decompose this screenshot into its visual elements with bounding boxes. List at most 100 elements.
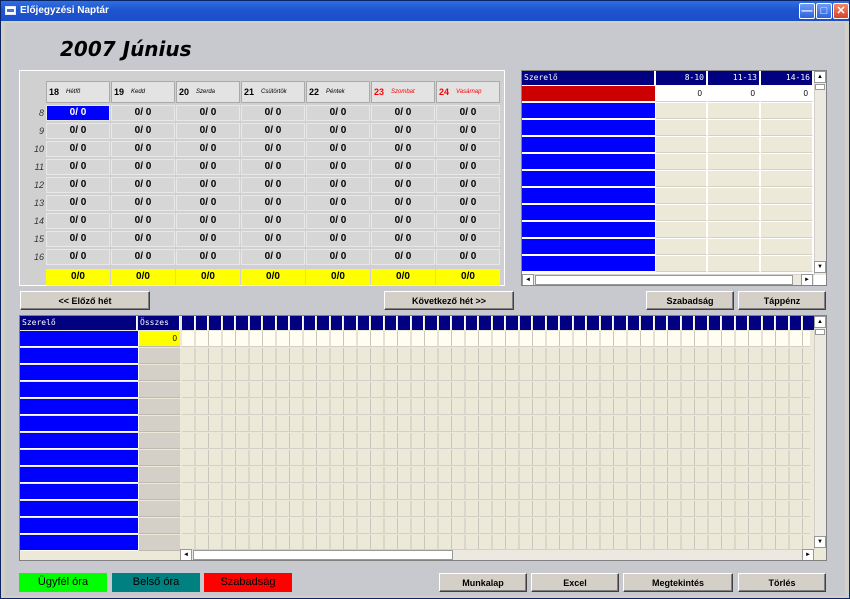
slot-cell[interactable] [761,154,813,170]
day-cells-row[interactable] [182,365,810,381]
slot-cell[interactable] [761,171,813,187]
booking-cell[interactable]: 0/ 0 [241,213,305,229]
technician-row[interactable] [20,535,138,551]
booking-cell[interactable]: 0/ 0 [46,141,110,157]
booking-cell[interactable]: 0/ 0 [176,123,240,139]
scroll-down-icon[interactable]: ▼ [814,536,826,548]
booking-cell[interactable]: 0/ 0 [241,105,305,121]
slot-cell[interactable] [761,120,813,136]
slot-cell[interactable] [708,205,760,221]
booking-cell[interactable]: 0/ 0 [436,213,500,229]
technician-row[interactable] [20,399,138,415]
day-cells-row[interactable] [182,382,810,398]
booking-cell[interactable]: 0/ 0 [241,231,305,247]
technician-row[interactable] [20,450,138,466]
booking-cell[interactable]: 0/ 0 [111,249,175,265]
slot-cell[interactable] [761,205,813,221]
booking-cell[interactable]: 0/ 0 [241,141,305,157]
booking-cell[interactable]: 0/ 0 [241,159,305,175]
booking-cell[interactable]: 0/ 0 [306,195,370,211]
delete-button[interactable]: Törlés [738,573,826,592]
booking-cell[interactable]: 0/ 0 [371,231,435,247]
maximize-icon[interactable]: □ [816,3,832,19]
booking-cell[interactable]: 0/ 0 [176,177,240,193]
slot-cell[interactable] [761,188,813,204]
booking-cell[interactable]: 0/ 0 [46,231,110,247]
booking-cell[interactable]: 0/ 0 [46,249,110,265]
booking-cell[interactable]: 0/ 0 [306,249,370,265]
technician-row[interactable] [20,467,138,483]
booking-cell[interactable]: 0/ 0 [46,159,110,175]
booking-cell[interactable]: 0/ 0 [46,195,110,211]
slot-cell[interactable] [708,188,760,204]
scroll-left-icon[interactable]: ◄ [522,274,534,285]
slot-cell[interactable] [761,103,813,119]
booking-cell[interactable]: 0/ 0 [436,105,500,121]
technician-row[interactable] [522,256,655,272]
slot-cell[interactable] [656,171,707,187]
booking-cell[interactable]: 0/ 0 [111,141,175,157]
slot-cell[interactable] [656,188,707,204]
booking-cell[interactable]: 0/ 0 [306,231,370,247]
scroll-down-icon[interactable]: ▼ [814,261,826,273]
booking-cell[interactable]: 0/ 0 [371,213,435,229]
day-cells-row[interactable] [182,450,810,466]
prev-week-button[interactable]: << Előző hét [20,291,150,310]
day-cells-row[interactable] [182,416,810,432]
day-cells-row[interactable] [182,484,810,500]
booking-cell[interactable]: 0/ 0 [306,159,370,175]
booking-cell[interactable]: 0/ 0 [371,141,435,157]
slot-cell[interactable] [708,171,760,187]
technician-row[interactable] [522,86,655,102]
slot-cell[interactable] [656,103,707,119]
slot-cell[interactable] [708,222,760,238]
booking-cell[interactable]: 0/ 0 [371,195,435,211]
slot-cell[interactable] [656,222,707,238]
booking-cell[interactable]: 0/ 0 [176,213,240,229]
day-cells-row[interactable] [182,501,810,517]
sick-leave-button[interactable]: Táppénz [738,291,826,310]
slot-cell[interactable] [656,256,707,272]
booking-cell[interactable]: 0/ 0 [176,249,240,265]
technician-row[interactable] [20,331,138,347]
slot-cell[interactable] [656,154,707,170]
next-week-button[interactable]: Következő hét >> [384,291,514,310]
vacation-button[interactable]: Szabadság [646,291,734,310]
day-cells-row[interactable] [182,433,810,449]
technician-row[interactable] [20,518,138,534]
booking-cell[interactable]: 0/ 0 [111,231,175,247]
scroll-right-icon[interactable]: ► [801,274,813,285]
slot-cell[interactable]: 0 [708,86,760,102]
scroll-up-icon[interactable]: ▲ [814,71,826,83]
booking-cell[interactable]: 0/ 0 [306,177,370,193]
technician-row[interactable] [20,382,138,398]
slot-cell[interactable]: 0 [656,86,707,102]
booking-cell[interactable]: 0/ 0 [176,159,240,175]
slot-cell[interactable] [761,137,813,153]
technician-row[interactable] [20,501,138,517]
scroll-right-icon[interactable]: ► [802,549,814,560]
booking-cell[interactable]: 0/ 0 [241,177,305,193]
day-cells-row[interactable] [182,467,810,483]
booking-cell[interactable]: 0/ 0 [371,105,435,121]
booking-cell[interactable]: 0/ 0 [371,177,435,193]
booking-cell[interactable]: 0/ 0 [436,231,500,247]
day-cells-row[interactable] [182,399,810,415]
selected-booking-cell[interactable]: 0/ 0 [46,105,110,121]
technician-row[interactable] [522,222,655,238]
vertical-scrollbar[interactable] [814,71,826,275]
slot-cell[interactable] [708,137,760,153]
technician-row[interactable] [20,365,138,381]
booking-cell[interactable]: 0/ 0 [306,141,370,157]
slot-cell[interactable] [708,256,760,272]
scroll-thumb[interactable] [193,550,453,560]
booking-cell[interactable]: 0/ 0 [176,231,240,247]
booking-cell[interactable]: 0/ 0 [436,195,500,211]
booking-cell[interactable]: 0/ 0 [241,123,305,139]
booking-cell[interactable]: 0/ 0 [111,195,175,211]
booking-cell[interactable]: 0/ 0 [111,177,175,193]
slot-cell[interactable] [656,205,707,221]
slot-cell[interactable] [708,239,760,255]
technician-row[interactable] [522,239,655,255]
technician-row[interactable] [522,137,655,153]
